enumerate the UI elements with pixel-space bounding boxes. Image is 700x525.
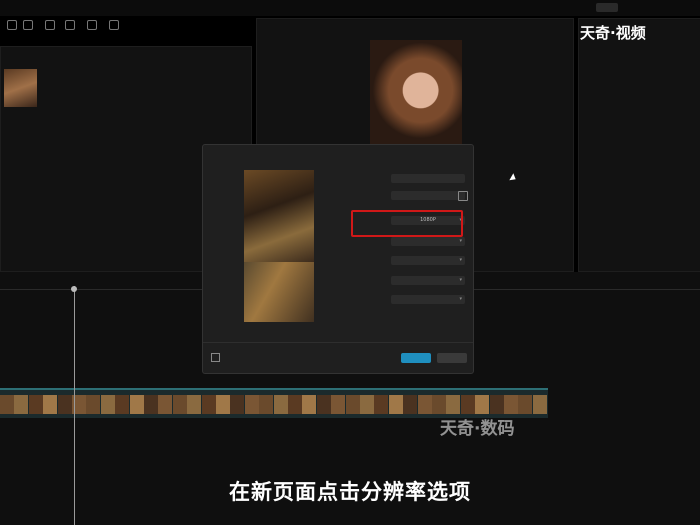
clip-frame	[129, 395, 144, 414]
codec-select[interactable]: ▾	[391, 256, 465, 265]
clip-frame	[28, 395, 43, 414]
clip-frame	[172, 395, 187, 414]
media-icon	[7, 20, 17, 30]
clip-frame	[201, 395, 216, 414]
clip-frame	[345, 395, 360, 414]
clip-frame	[374, 395, 389, 414]
tool-transition[interactable]	[104, 20, 124, 32]
clip-frame	[43, 395, 58, 414]
export-dialog: 1080P ▾ ▾ ▾ ▾ ▾	[202, 144, 474, 374]
tool-sticker[interactable]	[60, 20, 80, 32]
clip-frame	[475, 395, 490, 414]
export-confirm-button[interactable]	[401, 353, 431, 363]
folder-icon[interactable]	[458, 191, 468, 201]
clip-frame	[216, 395, 230, 414]
clip-frame	[360, 395, 374, 414]
tool-text[interactable]	[40, 20, 60, 32]
chevron-down-icon: ▾	[459, 238, 462, 244]
tool-effects[interactable]	[82, 20, 102, 32]
clip-frame	[0, 395, 14, 414]
clip-frame	[417, 395, 432, 414]
fps-select[interactable]: ▾	[391, 295, 465, 304]
resolution-highlight-box	[351, 210, 463, 237]
details-panel	[578, 18, 700, 272]
clip-frame	[331, 395, 346, 414]
clip-frame	[288, 395, 302, 414]
clip-frame	[446, 395, 461, 414]
clip-frame	[388, 395, 403, 414]
clip-frame	[302, 395, 317, 414]
clip-frame	[144, 395, 158, 414]
chevron-down-icon: ▾	[459, 257, 462, 263]
media-toolbar	[0, 16, 250, 46]
export-preview-thumbnail-lower	[244, 262, 314, 322]
clip-frame	[518, 395, 533, 414]
dialog-divider	[203, 342, 473, 343]
playhead-handle[interactable]	[71, 286, 77, 292]
tool-audio[interactable]	[18, 20, 38, 32]
bitrate-select[interactable]: ▾	[391, 237, 465, 246]
export-preview-thumbnail	[244, 170, 314, 262]
clip-frame	[460, 395, 475, 414]
clip-frame	[532, 395, 547, 414]
text-icon	[45, 20, 55, 30]
clip-frame	[57, 395, 72, 414]
title-bar	[0, 0, 700, 16]
clip-frame	[432, 395, 446, 414]
clip-frame	[316, 395, 331, 414]
watermark-center: 天奇·数码	[440, 419, 515, 439]
media-clip-thumbnail[interactable]	[4, 69, 37, 107]
clip-frame	[115, 395, 130, 414]
clip-frame	[100, 395, 115, 414]
clip-frame	[230, 395, 245, 414]
clip-frame	[259, 395, 274, 414]
chevron-down-icon: ▾	[459, 277, 462, 283]
clip-frame	[244, 395, 259, 414]
video-subtitle: 在新页面点击分辨率选项	[229, 480, 471, 504]
watermark-top-right: 天奇·视频	[580, 24, 646, 42]
player-preview-image	[370, 40, 462, 152]
clip-frame	[273, 395, 288, 414]
format-select[interactable]: ▾	[391, 276, 465, 285]
export-cancel-button[interactable]	[437, 353, 467, 363]
audio-icon	[23, 20, 33, 30]
chevron-down-icon: ▾	[459, 296, 462, 302]
transition-icon	[109, 20, 119, 30]
clip-frame	[489, 395, 504, 414]
clip-frame	[14, 395, 29, 414]
clip-frame	[403, 395, 418, 414]
film-icon	[211, 353, 220, 362]
sticker-icon	[65, 20, 75, 30]
effects-icon	[87, 20, 97, 30]
export-top-button[interactable]	[596, 3, 618, 12]
path-input[interactable]	[391, 191, 465, 200]
name-input[interactable]	[391, 174, 465, 183]
clip-frame	[158, 395, 173, 414]
clip-frame	[86, 395, 101, 414]
clip-frame	[504, 395, 518, 414]
clip-frame	[187, 395, 202, 414]
